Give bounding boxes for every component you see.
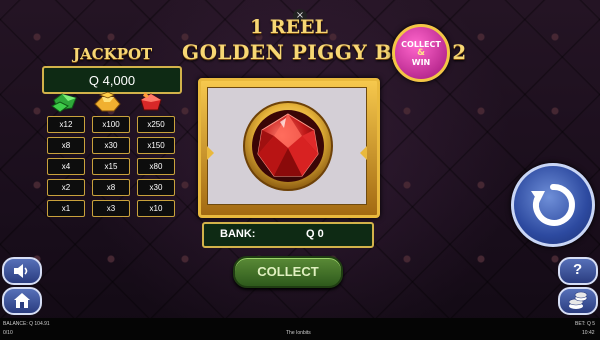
bank-value: Q 0 — [306, 228, 324, 240]
paytable-cell: x80 — [137, 158, 175, 175]
speaker-icon — [14, 264, 28, 278]
paytable-cell: x4 — [47, 158, 85, 175]
jackpot-amount-box: Q 4,000 — [42, 66, 182, 94]
home-icon — [14, 293, 30, 308]
jackpot-label: JACKPOT — [73, 45, 153, 63]
bet-coins-button[interactable] — [558, 287, 598, 315]
paytable-cell: x10 — [137, 200, 175, 217]
collect-and-win-badge: COLLECT & WIN — [392, 24, 450, 82]
badge-line3: WIN — [411, 57, 431, 67]
coins-icon — [568, 291, 588, 309]
paytable-cell: x2 — [47, 179, 85, 196]
collect-button[interactable]: COLLECT — [233, 256, 343, 288]
jackpot-amount: Q 4,000 — [88, 72, 136, 88]
red-gem-icon — [140, 92, 162, 111]
reel-right-marker — [360, 146, 367, 160]
status-bar: BALANCE: Q 104.91 0/10 The Ionbits BET: … — [0, 318, 600, 340]
spin-count-text: 0/10 — [3, 330, 13, 336]
sound-button[interactable] — [2, 257, 42, 285]
badge-line2: & — [417, 47, 425, 58]
paytable-cell: x3 — [92, 200, 130, 217]
bank-label: BANK: — [220, 228, 256, 240]
bet-text: BET: Q 5 — [575, 321, 596, 327]
help-button[interactable]: ? — [558, 257, 598, 285]
home-button[interactable] — [2, 287, 42, 315]
green-gem-icon — [51, 93, 77, 113]
paytable-cell: x250 — [137, 116, 175, 133]
help-glyph: ? — [573, 261, 583, 278]
reel-frame — [198, 78, 380, 218]
gold-gem-icon — [94, 92, 121, 112]
provider-text: The Ionbits — [286, 330, 311, 336]
refresh-icon — [531, 183, 575, 226]
paytable-column-red: x250 x150 x80 x30 x10 — [137, 116, 175, 217]
spin-button[interactable] — [511, 163, 595, 247]
clock-text: 10:42 — [582, 330, 595, 336]
paytable-cell: x150 — [137, 137, 175, 154]
reel-window — [207, 87, 367, 205]
paytable-column-gold: x100 x30 x15 x8 x3 — [92, 116, 130, 217]
paytable-cell: x30 — [92, 137, 130, 154]
bank-panel: BANK: Q 0 — [202, 222, 374, 248]
paytable-column-green: x12 x8 x4 x2 x1 — [47, 116, 85, 217]
game-title-line1: 1 REEL — [250, 16, 328, 38]
paytable-cell: x8 — [47, 137, 85, 154]
paytable-cell: x30 — [137, 179, 175, 196]
balance-text: BALANCE: Q 104.91 — [3, 321, 50, 327]
paytable-cell: x1 — [47, 200, 85, 217]
red-diamond-icon — [243, 101, 333, 191]
reel-left-marker — [207, 146, 214, 160]
paytable-cell: x8 — [92, 179, 130, 196]
paytable-cell: x15 — [92, 158, 130, 175]
paytable-cell: x100 — [92, 116, 130, 133]
paytable-cell: x12 — [47, 116, 85, 133]
